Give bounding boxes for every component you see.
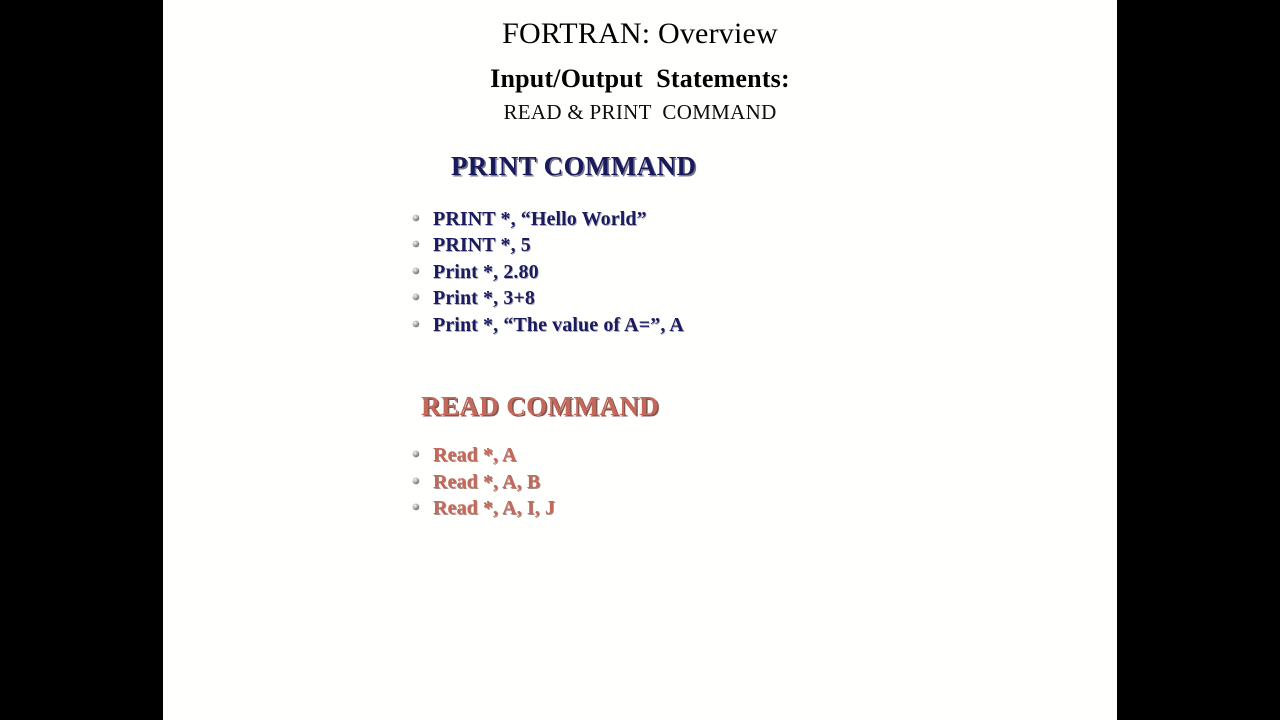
slide-title-subtitle: Input/Output Statements: bbox=[490, 64, 790, 93]
letterbox-bar-right bbox=[1117, 0, 1280, 720]
list-item: Read *, A bbox=[407, 442, 555, 469]
list-item-label: PRINT *, “Hello World” bbox=[433, 208, 647, 230]
sphere-bullet-icon bbox=[407, 241, 433, 248]
sphere-bullet-icon bbox=[407, 215, 433, 221]
list-item-label: PRINT *, 5 bbox=[433, 234, 531, 257]
list-item: Print *, 3+8 bbox=[407, 285, 684, 311]
list-item-label: Read *, A, I, J bbox=[433, 497, 556, 519]
letterbox-bar-left bbox=[0, 0, 163, 720]
video-frame: FORTRAN: Overview Input/Output Statement… bbox=[0, 0, 1280, 720]
list-item-label: Print *, 2.80 bbox=[433, 260, 539, 283]
slide-title-subtitle-secondary: READ & PRINT COMMAND bbox=[503, 100, 777, 124]
list-item: PRINT *, “Hello World” bbox=[407, 206, 684, 232]
slide-title-main: FORTRAN: Overview bbox=[502, 17, 778, 50]
sphere-bullet-icon bbox=[407, 477, 433, 484]
sphere-bullet-icon bbox=[407, 451, 433, 457]
list-item: Print *, 2.80 bbox=[407, 259, 684, 285]
list-item: Read *, A, B bbox=[407, 469, 555, 496]
list-item: Print *, “The value of A=”, A bbox=[407, 312, 684, 338]
list-item-label: Read *, A, B bbox=[433, 470, 541, 493]
list-item: Read *, A, I, J bbox=[407, 495, 555, 522]
sphere-bullet-icon bbox=[407, 267, 433, 274]
section-heading-print-command: PRINT COMMAND bbox=[451, 151, 697, 181]
list-item: PRINT *, 5 bbox=[407, 232, 684, 258]
section-heading-read-command: READ COMMAND bbox=[421, 391, 660, 421]
sphere-bullet-icon bbox=[407, 504, 433, 510]
print-command-bullet-list: PRINT *, “Hello World” PRINT *, 5 Print … bbox=[407, 206, 684, 338]
list-item-label: Read *, A bbox=[433, 444, 517, 466]
list-item-label: Print *, 3+8 bbox=[433, 287, 536, 310]
list-item-label: Print *, “The value of A=”, A bbox=[433, 313, 684, 336]
read-command-bullet-list: Read *, A Read *, A, B Read *, A, I, J bbox=[407, 442, 555, 522]
presentation-slide: FORTRAN: Overview Input/Output Statement… bbox=[163, 0, 1117, 720]
sphere-bullet-icon bbox=[407, 320, 433, 327]
sphere-bullet-icon bbox=[407, 294, 433, 301]
slide-title-block: FORTRAN: Overview Input/Output Statement… bbox=[163, 14, 1117, 126]
